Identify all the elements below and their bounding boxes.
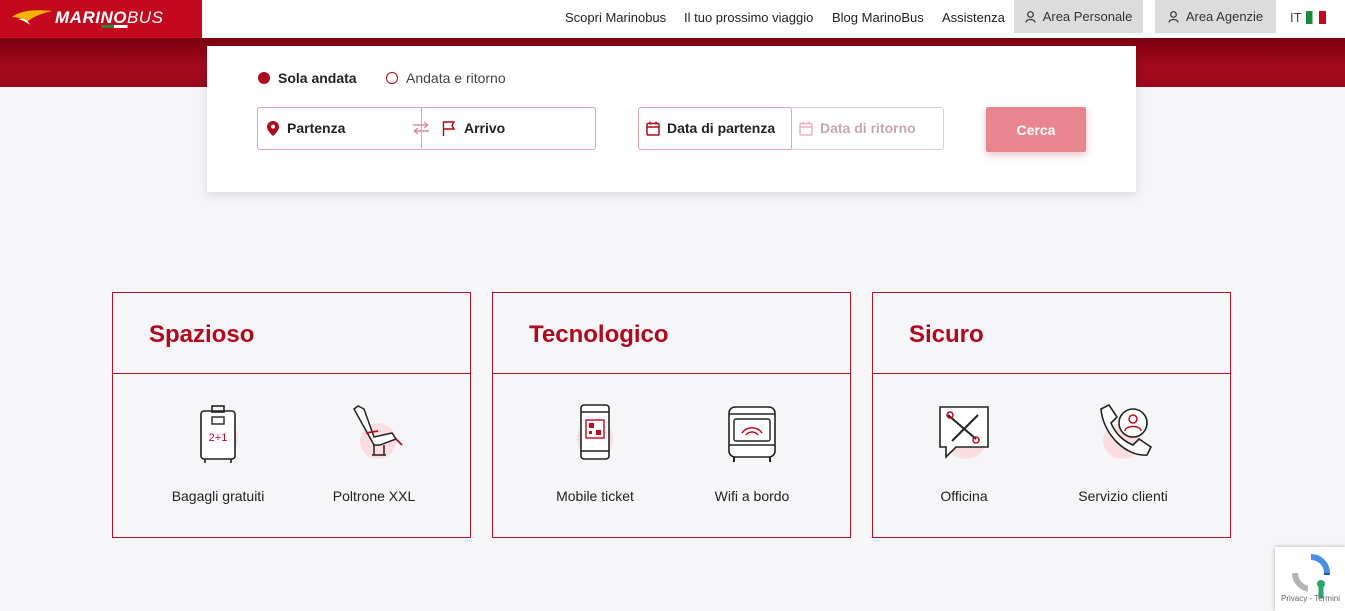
flag-icon (442, 120, 456, 136)
radio-round-trip[interactable]: Andata e ritorno (386, 70, 506, 86)
search-button[interactable]: Cerca (986, 107, 1086, 152)
feature-label: Bagagli gratuiti (171, 488, 265, 504)
card-separator (493, 373, 850, 374)
feature-label: Wifi a bordo (714, 488, 790, 504)
return-date-label: Data di ritorno (820, 120, 916, 136)
card-title: Tecnologico (529, 321, 669, 348)
feature-label: Servizio clienti (1078, 488, 1168, 504)
logo-flag-stripe (101, 25, 141, 28)
arrival-field[interactable]: Arrivo (442, 108, 592, 148)
top-bar: MARINOBUS Scopri Marinobus Il tuo prossi… (0, 0, 1345, 38)
feature-mobile-ticket: Mobile ticket (525, 403, 665, 504)
return-date-field[interactable]: Data di ritorno (799, 108, 939, 148)
baggage-count-text: 2+1 (209, 432, 228, 444)
italy-flag-icon (1305, 11, 1326, 24)
recaptcha-text: Privacy - Termini (1281, 594, 1340, 603)
route-divider (421, 108, 422, 148)
calendar-icon (799, 121, 813, 136)
bird-logo-icon (12, 10, 52, 25)
route-fields: Partenza Arrivo (257, 107, 596, 150)
language-selector[interactable]: IT (1290, 10, 1326, 25)
feature-label: Mobile ticket (556, 488, 634, 504)
departure-field[interactable]: Partenza (267, 108, 417, 148)
user-icon (1168, 10, 1179, 23)
area-agenzie-button[interactable]: Area Agenzie (1155, 0, 1276, 33)
card-title: Spazioso (149, 321, 255, 348)
area-personale-label: Area Personale (1042, 9, 1133, 24)
feature-label: Officina (940, 488, 988, 504)
departure-placeholder: Partenza (287, 120, 346, 136)
calendar-icon (646, 121, 660, 136)
user-icon (1025, 10, 1036, 23)
area-personale-button[interactable]: Area Personale (1014, 0, 1143, 33)
feature-label: Poltrone XXL (332, 488, 416, 504)
feature-servizio-clienti: Servizio clienti (1053, 403, 1193, 504)
departure-date-field[interactable]: Data di partenza (646, 108, 791, 148)
seat-icon (353, 405, 403, 459)
radio-unselected-icon (386, 72, 398, 84)
bus-wifi-icon (728, 406, 776, 462)
recaptcha-badge[interactable]: Privacy - Termini (1275, 547, 1345, 611)
feature-officina: Officina (894, 403, 1034, 504)
card-sicuro: Sicuro Officina Servizio clienti (872, 292, 1231, 538)
feature-poltrone: Poltrone XXL (304, 403, 444, 504)
date-fields: Data di partenza Data di ritorno (637, 106, 944, 150)
tools-chat-icon (939, 406, 989, 459)
mobile-ticket-icon (577, 404, 613, 460)
feature-wifi: Wifi a bordo (682, 403, 822, 504)
nav-blog[interactable]: Blog MarinoBus (832, 10, 924, 25)
arrival-placeholder: Arrivo (464, 120, 506, 136)
customer-service-icon (1100, 403, 1153, 459)
suitcase-icon: 2+1 (200, 405, 238, 463)
card-title: Sicuro (909, 321, 984, 348)
nav-assistenza[interactable]: Assistenza (942, 10, 1005, 25)
radio-one-way-label: Sola andata (278, 70, 357, 86)
area-agenzie-label: Area Agenzie (1185, 9, 1264, 24)
card-separator (113, 373, 470, 374)
nav-scopri-marinobus[interactable]: Scopri Marinobus (565, 10, 666, 25)
marinobus-logo[interactable]: MARINOBUS (0, 0, 202, 38)
card-tecnologico: Tecnologico Mobile ticket Wifi a bordo (492, 292, 851, 538)
radio-one-way[interactable]: Sola andata (258, 70, 357, 86)
card-separator (873, 373, 1230, 374)
feature-bagagli: 2+1 Bagagli gratuiti (148, 403, 288, 504)
departure-date-label: Data di partenza (667, 120, 776, 136)
radio-round-trip-label: Andata e ritorno (406, 70, 506, 86)
card-spazioso: Spazioso 2+1 Bagagli gratuiti Poltrone X… (112, 292, 471, 538)
location-pin-icon (267, 120, 279, 136)
nav-prossimo-viaggio[interactable]: Il tuo prossimo viaggio (684, 10, 813, 25)
radio-selected-icon (258, 72, 270, 84)
language-code: IT (1290, 10, 1302, 25)
search-panel: Sola andata Andata e ritorno Partenza Ar… (207, 46, 1136, 192)
